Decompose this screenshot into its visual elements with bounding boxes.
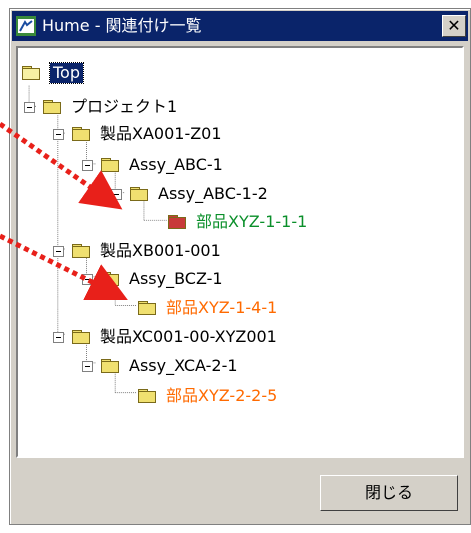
tree-node-product[interactable]: 製品XC001-00-XYZ001 [53,324,277,350]
collapse-toggle[interactable] [82,159,93,171]
collapse-toggle[interactable] [53,128,64,140]
assy-label: Assy_ABC-1 [129,155,223,174]
project-label: プロジェクト1 [71,97,178,116]
part-label: 部品XYZ-1-4-1 [166,298,278,317]
collapse-toggle[interactable] [82,360,93,372]
folder-icon [72,126,92,142]
collapse-toggle[interactable] [53,331,64,343]
tree-node-assy[interactable]: Assy_ABC-1 [82,152,223,178]
app-icon [16,16,36,36]
folder-icon [72,329,92,345]
tree-node-assy[interactable]: Assy_BCZ-1 [82,266,223,292]
folder-icon [101,358,121,374]
assy-label: Assy_BCZ-1 [129,269,223,288]
collapse-toggle[interactable] [82,273,93,285]
tree-node-sub-assy[interactable]: Assy_ABC-1-2 [111,181,268,207]
close-button[interactable]: 閉じる [320,475,458,511]
tree-node-part[interactable]: 部品XYZ-2-2-5 [138,383,277,409]
folder-icon [130,186,150,202]
folder-icon [72,243,92,259]
folder-red-icon [168,214,188,230]
root-label: Top [49,62,84,84]
tree-node-product[interactable]: 製品XA001-Z01 [53,121,222,147]
root-folder-icon [22,65,42,81]
folder-icon [101,157,121,173]
hume-window: Hume - 関連付け一覧 ✕ Top プロジェクト1 製品XA001-Z01 … [9,8,471,525]
tree-node-product[interactable]: 製品XB001-001 [53,238,221,264]
window-title: Hume - 関連付け一覧 [42,16,202,35]
product-label: 製品XC001-00-XYZ001 [100,327,277,346]
part-label: 部品XYZ-1-1-1 [196,212,308,231]
collapse-toggle[interactable] [111,188,122,200]
folder-icon [138,300,158,316]
association-tree: Top プロジェクト1 製品XA001-Z01 Assy_ABC-1 Assy_… [16,46,464,458]
tree-node-assy[interactable]: Assy_XCA-2-1 [82,353,238,379]
product-label: 製品XB001-001 [100,241,221,260]
tree-node-part[interactable]: 部品XYZ-1-4-1 [138,295,277,321]
folder-icon [138,388,158,404]
product-label: 製品XA001-Z01 [100,124,222,143]
close-icon[interactable]: ✕ [442,15,466,37]
part-label: 部品XYZ-2-2-5 [166,386,278,405]
sub-assy-label: Assy_ABC-1-2 [158,184,268,203]
tree-node-root[interactable]: Top [22,60,84,86]
tree-node-project[interactable]: プロジェクト1 [24,94,177,120]
collapse-toggle[interactable] [24,101,35,113]
title-bar[interactable]: Hume - 関連付け一覧 ✕ [12,11,468,41]
tree-node-part[interactable]: 部品XYZ-1-1-1 [168,209,307,235]
folder-icon [43,99,63,115]
folder-icon [101,271,121,287]
assy-label: Assy_XCA-2-1 [129,356,238,375]
collapse-toggle[interactable] [53,245,64,257]
